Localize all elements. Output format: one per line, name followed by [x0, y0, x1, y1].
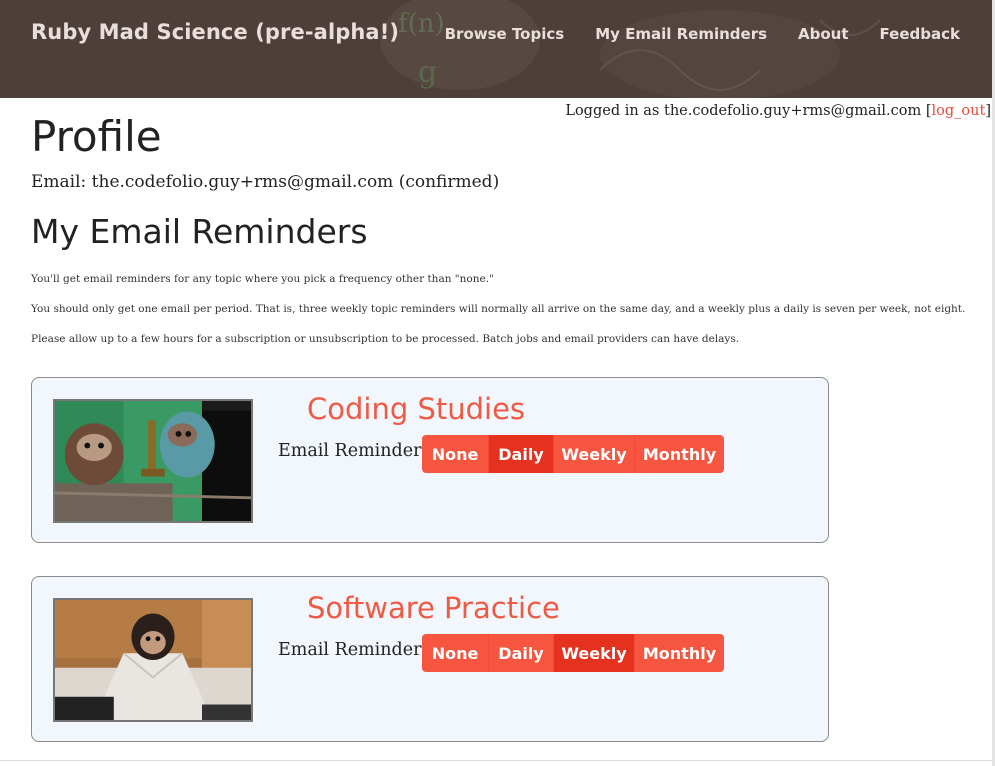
page-divider — [0, 760, 992, 761]
topic-title[interactable]: Software Practice — [307, 591, 560, 625]
topic-card-coding-studies: Coding Studies Email Reminders: None Dai… — [31, 377, 829, 543]
top-navbar: f(n) g Ruby Mad Science (pre-alpha!) Bro… — [0, 0, 992, 98]
monkey-lab-coat-keyboard-image[interactable] — [53, 598, 253, 722]
reminders-note-2: You should only get one email per period… — [31, 303, 966, 315]
nav-browse-topics[interactable]: Browse Topics — [445, 25, 565, 43]
profile-email: Email: the.codefolio.guy+rms@gmail.com (… — [31, 172, 500, 192]
frequency-weekly-button[interactable]: Weekly — [554, 634, 635, 672]
frequency-monthly-button[interactable]: Monthly — [635, 634, 724, 672]
login-status-prefix: Logged in as the.codefolio.guy+rms@gmail… — [565, 103, 932, 119]
frequency-weekly-button[interactable]: Weekly — [554, 435, 635, 473]
svg-text:g: g — [418, 55, 437, 90]
frequency-daily-button[interactable]: Daily — [489, 435, 554, 473]
email-reminders-label: Email Reminders: — [278, 441, 437, 461]
frequency-button-group: None Daily Weekly Monthly — [422, 634, 724, 672]
frequency-daily-button[interactable]: Daily — [489, 634, 554, 672]
frequency-none-button[interactable]: None — [422, 634, 489, 672]
reminders-heading: My Email Reminders — [31, 212, 368, 251]
nav-feedback[interactable]: Feedback — [880, 25, 960, 43]
nav-my-email-reminders[interactable]: My Email Reminders — [595, 25, 767, 43]
frequency-none-button[interactable]: None — [422, 435, 489, 473]
site-brand[interactable]: Ruby Mad Science (pre-alpha!) — [31, 20, 399, 44]
reminders-note-1: You'll get email reminders for any topic… — [31, 273, 494, 285]
reminders-note-3: Please allow up to a few hours for a sub… — [31, 333, 740, 345]
topic-title[interactable]: Coding Studies — [307, 392, 525, 426]
frequency-monthly-button[interactable]: Monthly — [635, 435, 724, 473]
page-title: Profile — [31, 112, 162, 161]
monkey-scientist-microscope-image[interactable] — [53, 399, 253, 523]
login-status-suffix: ] — [985, 103, 991, 119]
email-reminders-label: Email Reminders: — [278, 640, 437, 660]
svg-text:f(n): f(n) — [398, 9, 445, 39]
logout-link[interactable]: log_out — [932, 103, 986, 119]
nav-links: Browse Topics My Email Reminders About F… — [445, 25, 960, 43]
navbar-background-texture: f(n) g — [0, 0, 992, 98]
frequency-button-group: None Daily Weekly Monthly — [422, 435, 724, 473]
nav-about[interactable]: About — [798, 25, 849, 43]
topic-card-software-practice: Software Practice Email Reminders: None … — [31, 576, 829, 742]
login-status: Logged in as the.codefolio.guy+rms@gmail… — [565, 103, 991, 119]
